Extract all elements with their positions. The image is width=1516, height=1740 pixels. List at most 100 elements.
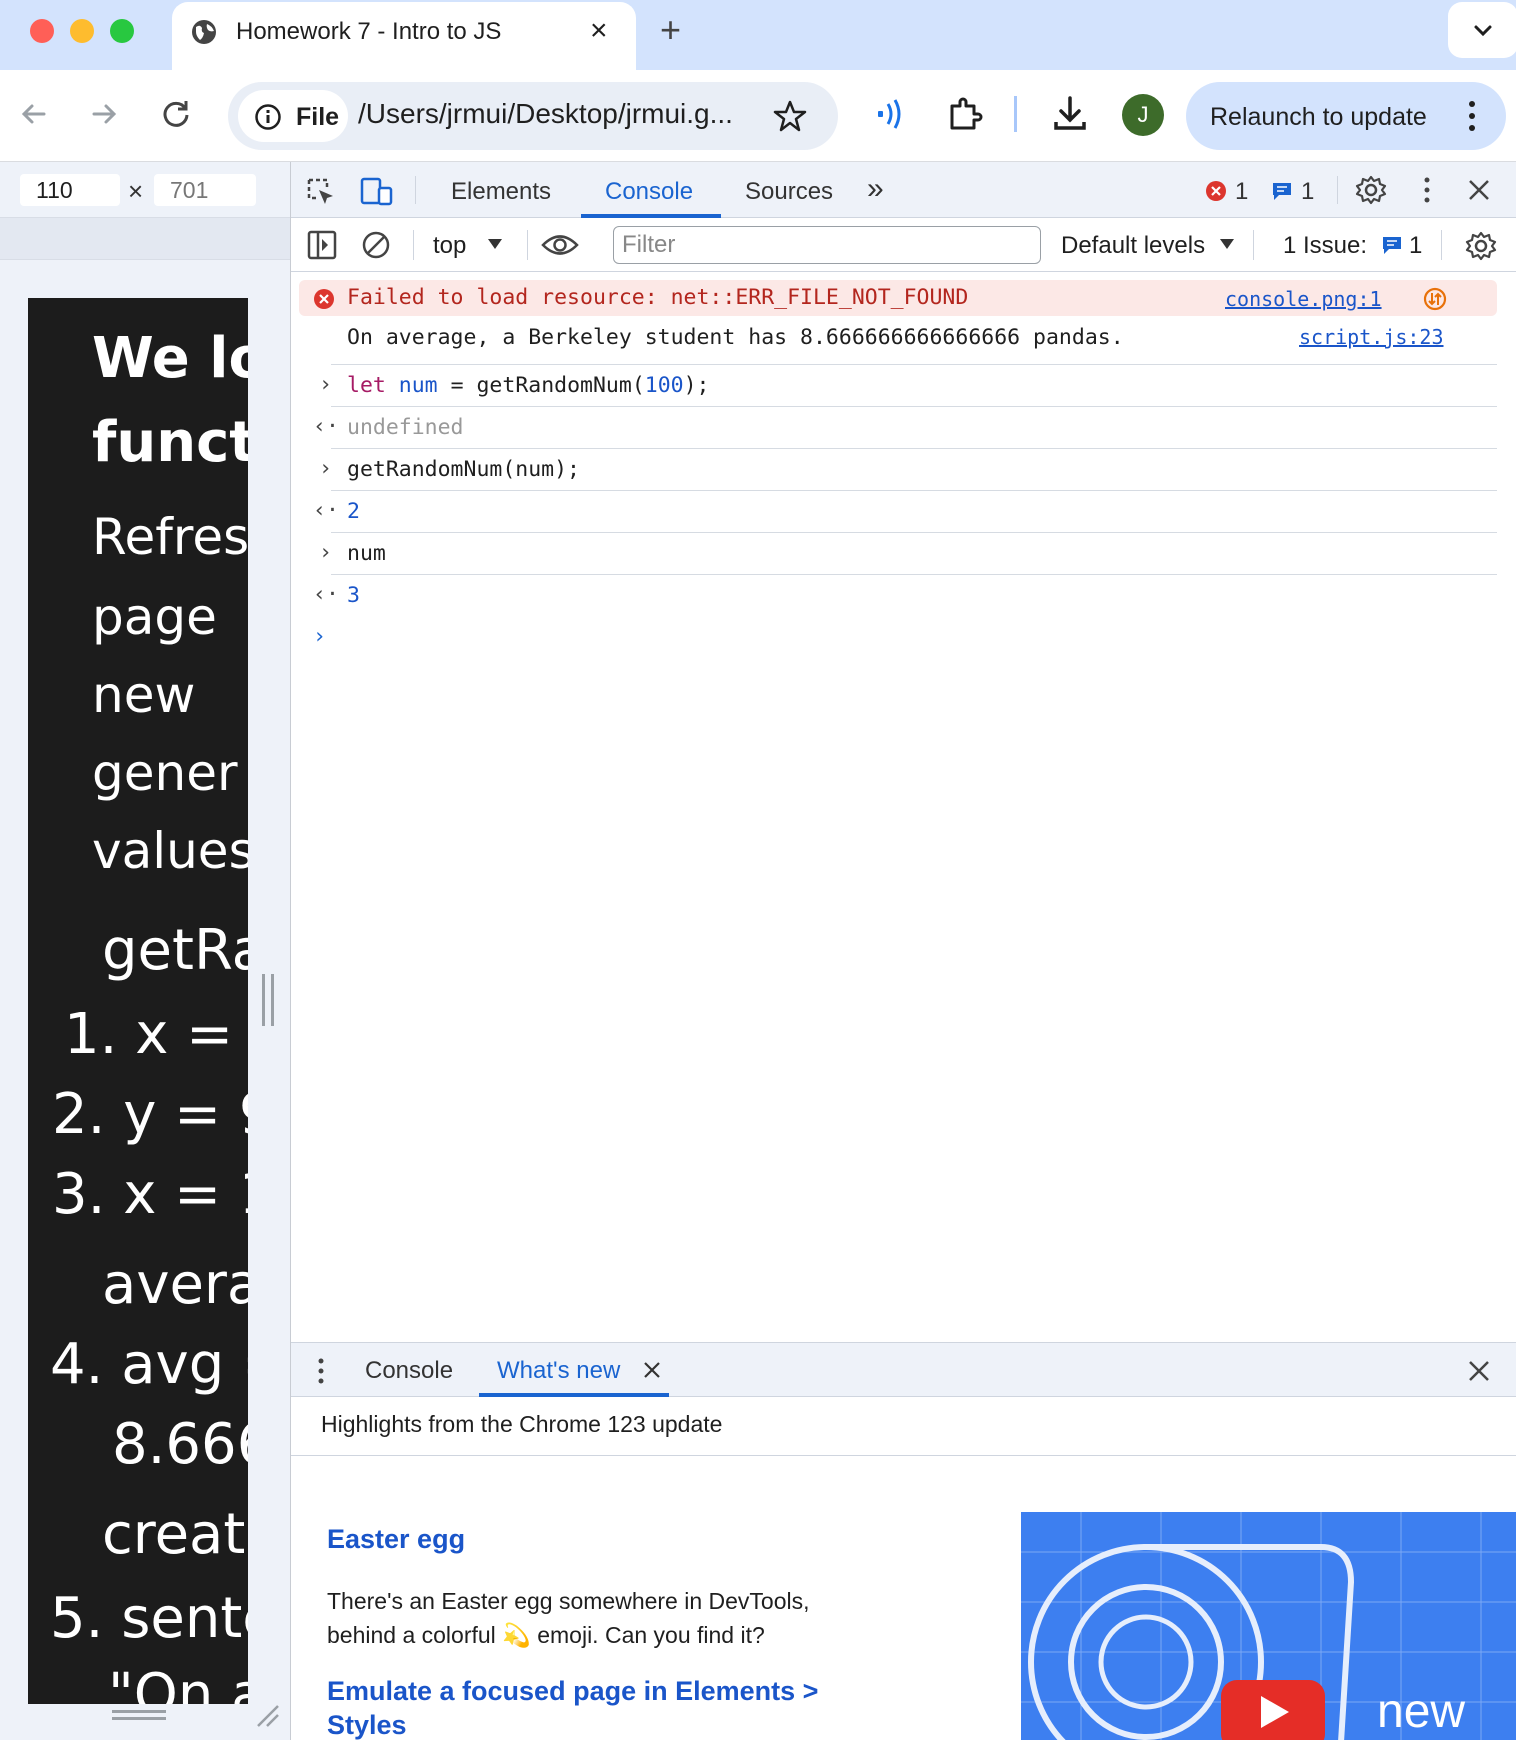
caret-down-icon xyxy=(488,239,502,249)
viewport-width-resize-handle[interactable] xyxy=(262,974,274,1026)
clear-console-icon[interactable] xyxy=(361,230,391,260)
sidebar-toggle-icon[interactable] xyxy=(307,230,337,260)
filter-input[interactable] xyxy=(614,227,1040,263)
minimize-window-button[interactable] xyxy=(70,19,94,43)
eye-icon[interactable] xyxy=(541,232,579,258)
page-preview: We lo functi Refres page new gener value… xyxy=(28,298,248,1704)
cast-icon[interactable] xyxy=(872,94,908,134)
message-count[interactable]: 1 xyxy=(1301,178,1314,206)
console-settings-icon[interactable] xyxy=(1465,230,1497,262)
video-thumbnail[interactable]: new xyxy=(1021,1512,1516,1740)
input-chevron-icon: › xyxy=(319,540,332,565)
row-separator xyxy=(331,490,1497,491)
profile-avatar[interactable]: J xyxy=(1122,94,1164,136)
row-separator xyxy=(331,406,1497,407)
toolbar-divider xyxy=(1014,96,1017,132)
whats-new-subtitle: Highlights from the Chrome 123 update xyxy=(321,1411,723,1437)
divider xyxy=(527,230,528,260)
focused-page-heading[interactable]: Styles xyxy=(327,1710,407,1740)
network-request-icon[interactable] xyxy=(1423,287,1447,311)
drawer-tab-console[interactable]: Console xyxy=(365,1357,453,1385)
easter-egg-heading[interactable]: Easter egg xyxy=(327,1524,465,1555)
tab-elements[interactable]: Elements xyxy=(451,178,551,206)
drawer-tab-whats-new[interactable]: What's new xyxy=(497,1357,620,1385)
input-chevron-icon: › xyxy=(319,456,332,481)
easter-egg-body: There's an Easter egg somewhere in DevTo… xyxy=(327,1588,810,1614)
close-devtools-icon[interactable] xyxy=(1467,178,1491,202)
context-selector[interactable]: top xyxy=(433,232,466,260)
result-value: 3 xyxy=(347,583,360,608)
error-source-link[interactable]: console.png:1 xyxy=(1225,287,1382,311)
preview-line: new xyxy=(92,666,196,724)
console-toolbar: top Default levels 1 Issue: 1 xyxy=(291,218,1516,272)
focused-page-heading[interactable]: Emulate a focused page in Elements > xyxy=(327,1676,818,1707)
console-input-row[interactable]: › let num = getRandomNum(100); xyxy=(299,372,1497,402)
close-tab-icon[interactable]: × xyxy=(590,16,608,46)
more-tabs-icon[interactable]: » xyxy=(867,172,884,206)
dimensions-bar: 110 × 701 xyxy=(0,162,290,218)
viewport-height-resize-handle[interactable] xyxy=(112,1710,166,1720)
divider xyxy=(413,230,414,260)
console-filter-field[interactable] xyxy=(613,226,1041,264)
issues-label[interactable]: 1 Issue: xyxy=(1283,232,1367,260)
settings-gear-icon[interactable] xyxy=(1355,174,1387,206)
relaunch-to-update-button[interactable]: Relaunch to update xyxy=(1186,82,1506,150)
close-window-button[interactable] xyxy=(30,19,54,43)
result-chevron-icon: ‹· xyxy=(313,414,339,439)
tab-console[interactable]: Console xyxy=(605,178,693,206)
device-viewport-pane: 110 × 701 We lo functi Refres page new g… xyxy=(0,162,290,1740)
address-bar[interactable]: File /Users/jrmui/Desktop/jrmui.g... xyxy=(228,82,838,150)
relaunch-label: Relaunch to update xyxy=(1210,103,1427,131)
console-prompt[interactable]: › xyxy=(299,624,1497,654)
log-source-link[interactable]: script.js:23 xyxy=(1299,325,1444,349)
input-code: let num = getRandomNum(100); xyxy=(347,373,710,398)
tab-search-button[interactable] xyxy=(1448,2,1516,58)
easter-egg-text: behind a colorful xyxy=(327,1622,496,1648)
code-variable: num xyxy=(398,373,438,398)
close-drawer-icon[interactable] xyxy=(1467,1359,1491,1383)
url-text[interactable]: /Users/jrmui/Desktop/jrmui.g... xyxy=(358,98,768,130)
browser-tab[interactable]: Homework 7 - Intro to JS × xyxy=(172,2,636,70)
row-separator xyxy=(331,532,1497,533)
forward-icon[interactable] xyxy=(84,94,124,134)
site-info-chip[interactable]: File xyxy=(238,90,348,142)
more-vert-icon[interactable] xyxy=(1421,176,1433,204)
more-vert-icon[interactable] xyxy=(1462,98,1482,134)
console-output: Failed to load resource: net::ERR_FILE_N… xyxy=(291,272,1516,1332)
devtools-panel: Elements Console Sources » 1 1 top Filte… xyxy=(290,162,1516,1740)
device-toolbar-icon[interactable] xyxy=(359,176,395,208)
drawer-menu-icon[interactable] xyxy=(315,1357,327,1385)
bookmark-star-icon[interactable] xyxy=(772,98,808,134)
console-input-row[interactable]: › num xyxy=(299,540,1497,570)
new-tab-button[interactable]: + xyxy=(660,12,681,48)
issues-count[interactable]: 1 xyxy=(1409,232,1422,260)
drawer-tab-bar: Console What's new xyxy=(291,1343,1516,1397)
inspect-element-icon[interactable] xyxy=(305,176,337,208)
preview-line: 8.666 xyxy=(112,1412,248,1477)
back-icon[interactable] xyxy=(14,94,54,134)
error-count[interactable]: 1 xyxy=(1235,178,1248,206)
viewport-width-input[interactable]: 110 xyxy=(20,174,120,206)
preview-line: 3. x = 12 xyxy=(52,1162,248,1227)
preview-line: avera xyxy=(102,1252,248,1317)
corner-resize-icon[interactable] xyxy=(254,1702,280,1728)
tab-sources[interactable]: Sources xyxy=(745,178,833,206)
log-levels-dropdown[interactable]: Default levels xyxy=(1061,232,1205,260)
input-chevron-icon: › xyxy=(319,372,332,397)
code-keyword: let xyxy=(347,373,386,398)
active-drawer-tab-indicator xyxy=(479,1393,669,1397)
close-drawer-tab-icon[interactable] xyxy=(643,1361,661,1379)
tab-strip: Homework 7 - Intro to JS × + xyxy=(0,0,1516,70)
extensions-icon[interactable] xyxy=(944,94,984,134)
result-chevron-icon: ‹· xyxy=(313,582,339,607)
viewport-height-input[interactable]: 701 xyxy=(154,174,256,206)
reload-icon[interactable] xyxy=(156,94,196,134)
console-input-row[interactable]: › getRandomNum(num); xyxy=(299,456,1497,486)
preview-line: getRa xyxy=(102,918,248,983)
code-operator: = xyxy=(437,373,477,398)
code-end: ); xyxy=(683,373,710,398)
row-separator xyxy=(331,574,1497,575)
divider xyxy=(1253,230,1254,260)
maximize-window-button[interactable] xyxy=(110,19,134,43)
download-icon[interactable] xyxy=(1050,92,1090,136)
